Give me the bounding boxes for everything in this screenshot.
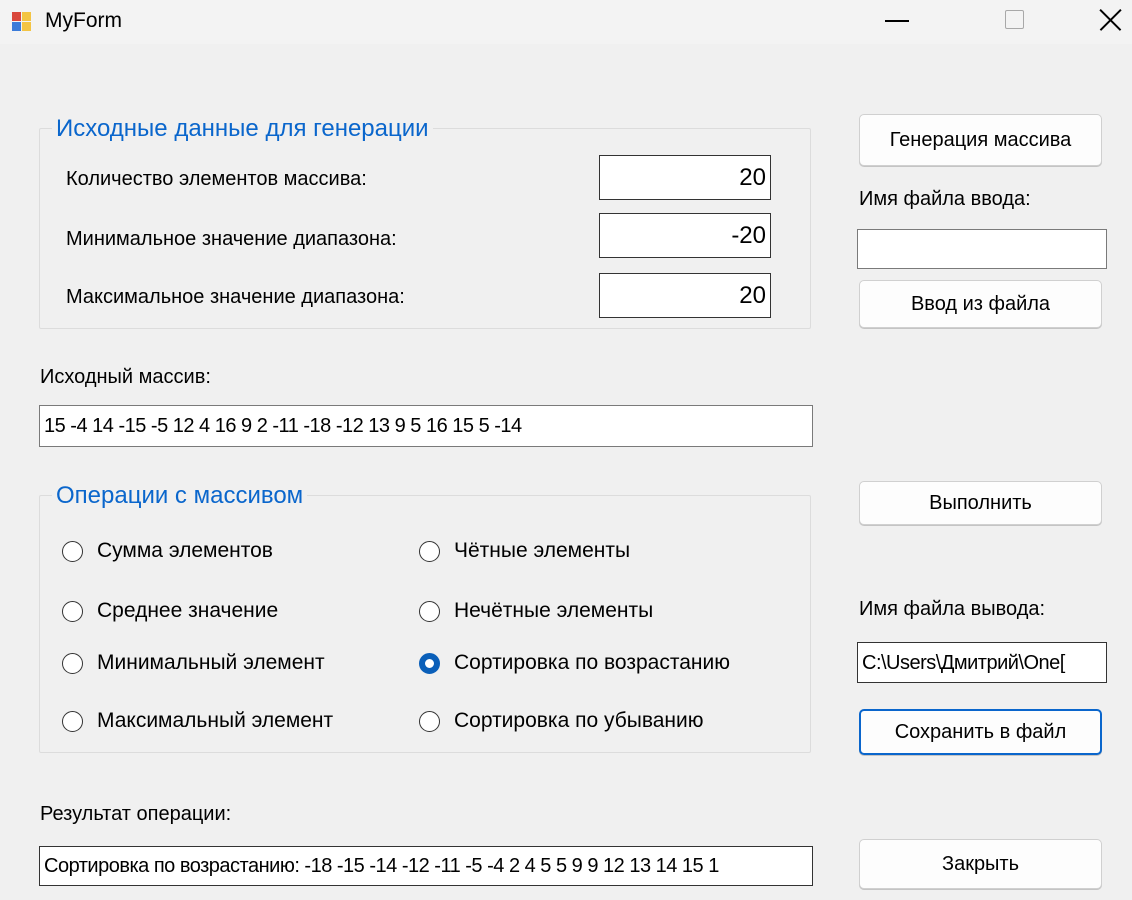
radio-unchecked-icon[interactable] <box>62 600 83 622</box>
operations-group-legend: Операции с массивом <box>52 482 308 510</box>
operation-radio-label: Максимальный элемент <box>97 709 334 732</box>
save-to-file-button[interactable]: Сохранить в файл <box>859 709 1102 755</box>
window-title: MyForm <box>45 9 122 32</box>
app-icon <box>12 12 32 32</box>
result-field[interactable]: Сортировка по возрастанию: -18 -15 -14 -… <box>39 846 813 886</box>
count-label: Количество элементов массива: <box>66 168 367 190</box>
max-input[interactable]: 20 <box>599 273 771 318</box>
source-array-label: Исходный массив: <box>40 366 211 388</box>
radio-checked-icon[interactable] <box>419 652 440 674</box>
operation-radio-label: Нечётные элементы <box>454 599 654 622</box>
title-bar: MyForm <box>0 0 1132 44</box>
execute-button[interactable]: Выполнить <box>859 481 1102 525</box>
close-button[interactable]: Закрыть <box>859 839 1102 889</box>
operation-radio-label: Сортировка по убыванию <box>454 709 704 732</box>
operation-radio[interactable]: Минимальный элемент <box>62 648 325 678</box>
operation-radio[interactable]: Нечётные элементы <box>419 596 653 626</box>
output-file-label: Имя файла вывода: <box>859 598 1046 620</box>
operation-radio-label: Сумма элементов <box>97 539 273 562</box>
minimize-icon[interactable] <box>856 0 948 44</box>
radio-unchecked-icon[interactable] <box>419 540 440 562</box>
close-icon[interactable] <box>1040 0 1132 44</box>
operation-radio-label: Минимальный элемент <box>97 651 325 674</box>
radio-unchecked-icon[interactable] <box>419 710 440 732</box>
operation-radio-label: Сортировка по возрастанию <box>454 651 730 674</box>
operation-radio[interactable]: Сортировка по убыванию <box>419 706 704 736</box>
radio-unchecked-icon[interactable] <box>62 710 83 732</box>
operation-radio-label: Чётные элементы <box>454 539 631 562</box>
operation-radio[interactable]: Максимальный элемент <box>62 706 333 736</box>
input-file-label: Имя файла ввода: <box>859 188 1031 210</box>
result-label: Результат операции: <box>40 803 232 825</box>
generate-array-button[interactable]: Генерация массива <box>859 114 1102 166</box>
operation-radio[interactable]: Чётные элементы <box>419 536 630 566</box>
radio-unchecked-icon[interactable] <box>62 540 83 562</box>
input-file-field[interactable] <box>857 229 1107 269</box>
generation-group-legend: Исходные данные для генерации <box>52 115 433 143</box>
radio-unchecked-icon[interactable] <box>419 600 440 622</box>
output-file-field[interactable]: C:\Users\Дмитрий\One[ <box>857 642 1107 683</box>
min-input[interactable]: -20 <box>599 213 771 258</box>
max-label: Максимальное значение диапазона: <box>66 286 405 308</box>
load-from-file-button[interactable]: Ввод из файла <box>859 280 1102 328</box>
radio-unchecked-icon[interactable] <box>62 652 83 674</box>
count-input[interactable]: 20 <box>599 155 771 200</box>
source-array-field[interactable]: 15 -4 14 -15 -5 12 4 16 9 2 -11 -18 -12 … <box>39 405 813 447</box>
operation-radio[interactable]: Среднее значение <box>62 596 278 626</box>
operation-radio-label: Среднее значение <box>97 599 279 622</box>
operation-radio[interactable]: Сумма элементов <box>62 536 273 566</box>
min-label: Минимальное значение диапазона: <box>66 228 397 250</box>
operation-radio[interactable]: Сортировка по возрастанию <box>419 648 730 678</box>
